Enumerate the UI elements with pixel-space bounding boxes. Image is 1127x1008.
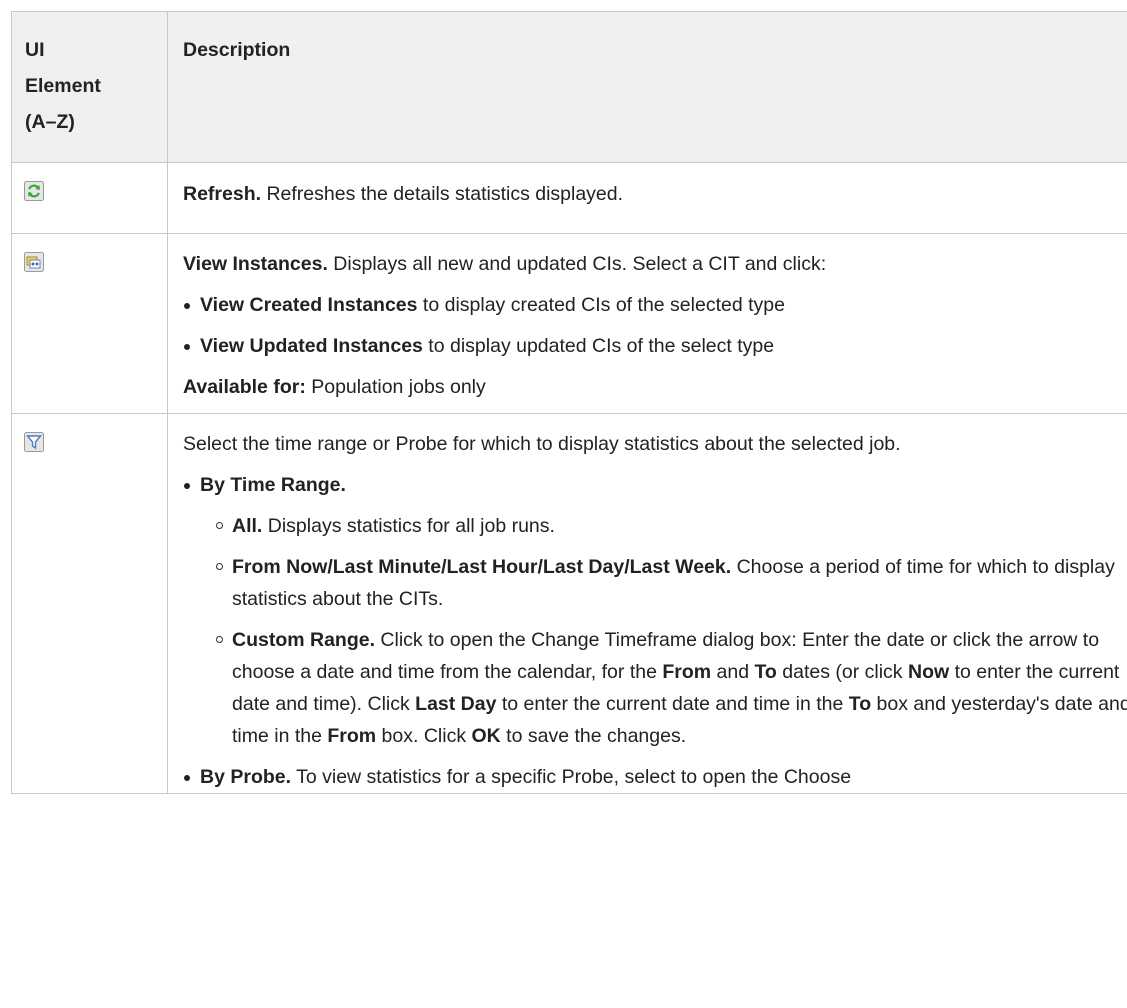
custom-range-text: box. Click xyxy=(376,725,472,747)
custom-range-text: and xyxy=(711,661,755,683)
header-col1-line1: UI xyxy=(25,39,45,61)
refresh-icon-cell xyxy=(11,162,168,234)
by-probe-label: By Probe. xyxy=(200,766,292,788)
header-description-label: Description xyxy=(183,39,291,61)
all-label: All. xyxy=(232,515,263,537)
custom-range-text: to save the changes. xyxy=(500,725,687,747)
custom-range-text: to enter the current date and time in th… xyxy=(496,693,849,715)
header-col1-line3: (A–Z) xyxy=(25,111,75,133)
list-item: Custom Range. Click to open the Change T… xyxy=(216,624,1127,752)
refresh-description: Refresh. Refreshes the details statistic… xyxy=(167,162,1127,234)
available-for-label: Available for: xyxy=(183,376,306,398)
custom-range-label: Custom Range. xyxy=(232,629,376,651)
view-instances-title: View Instances. xyxy=(183,253,328,275)
list-item: View Created Instances to display create… xyxy=(183,289,1127,321)
table-row-refresh: Refresh. Refreshes the details statistic… xyxy=(11,162,1127,234)
available-for-text: Population jobs only xyxy=(305,376,486,398)
filter-intro: Select the time range or Probe for which… xyxy=(183,433,901,455)
ok-keyword: OK xyxy=(471,725,501,747)
from-now-label: From Now/Last Minute/Last Hour/Last Day/… xyxy=(232,556,732,578)
by-probe-text: To view statistics for a specific Probe,… xyxy=(291,766,852,788)
view-created-instances-label: View Created Instances xyxy=(200,294,418,316)
now-keyword: Now xyxy=(907,661,950,683)
filter-icon-cell xyxy=(11,413,168,794)
view-instances-text: Displays all new and updated CIs. Select… xyxy=(327,253,827,275)
ui-elements-table: UI Element (A–Z) Description Refresh. Re… xyxy=(11,11,1127,794)
list-item: By Probe. To view statistics for a speci… xyxy=(183,761,1127,793)
last-day-keyword: Last Day xyxy=(415,693,497,715)
header-description: Description xyxy=(167,11,1127,163)
from-keyword: From xyxy=(662,661,712,683)
table-row-filter: Select the time range or Probe for which… xyxy=(11,413,1127,794)
view-instances-icon[interactable] xyxy=(24,252,44,272)
header-col1-line2: Element xyxy=(25,75,101,97)
table-header-row: UI Element (A–Z) Description xyxy=(11,11,1127,163)
by-time-range-label: By Time Range. xyxy=(200,474,346,496)
list-item: By Time Range. xyxy=(183,469,1127,501)
to-keyword: To xyxy=(848,693,872,715)
list-item: From Now/Last Minute/Last Hour/Last Day/… xyxy=(216,551,1127,615)
view-instances-description: View Instances. Displays all new and upd… xyxy=(167,233,1127,414)
view-updated-instances-label: View Updated Instances xyxy=(200,335,423,357)
refresh-icon[interactable] xyxy=(24,181,44,201)
view-updated-instances-text: to display updated CIs of the select typ… xyxy=(422,335,775,357)
table-row-view-instances: View Instances. Displays all new and upd… xyxy=(11,233,1127,414)
list-item: View Updated Instances to display update… xyxy=(183,330,1127,362)
all-text: Displays statistics for all job runs. xyxy=(262,515,555,537)
refresh-text: Refreshes the details statistics display… xyxy=(261,183,624,205)
to-keyword: To xyxy=(754,661,777,683)
filter-icon[interactable] xyxy=(24,432,44,452)
view-instances-icon-cell xyxy=(11,233,168,414)
refresh-title: Refresh. xyxy=(183,183,262,205)
from-keyword: From xyxy=(327,725,377,747)
view-created-instances-text: to display created CIs of the selected t… xyxy=(417,294,785,316)
custom-range-text: dates (or click xyxy=(776,661,908,683)
available-for-line: Available for: Population jobs only xyxy=(183,371,1127,413)
list-item: All. Displays statistics for all job run… xyxy=(216,510,1127,542)
filter-description: Select the time range or Probe for which… xyxy=(167,413,1127,794)
header-ui-element: UI Element (A–Z) xyxy=(11,11,168,163)
